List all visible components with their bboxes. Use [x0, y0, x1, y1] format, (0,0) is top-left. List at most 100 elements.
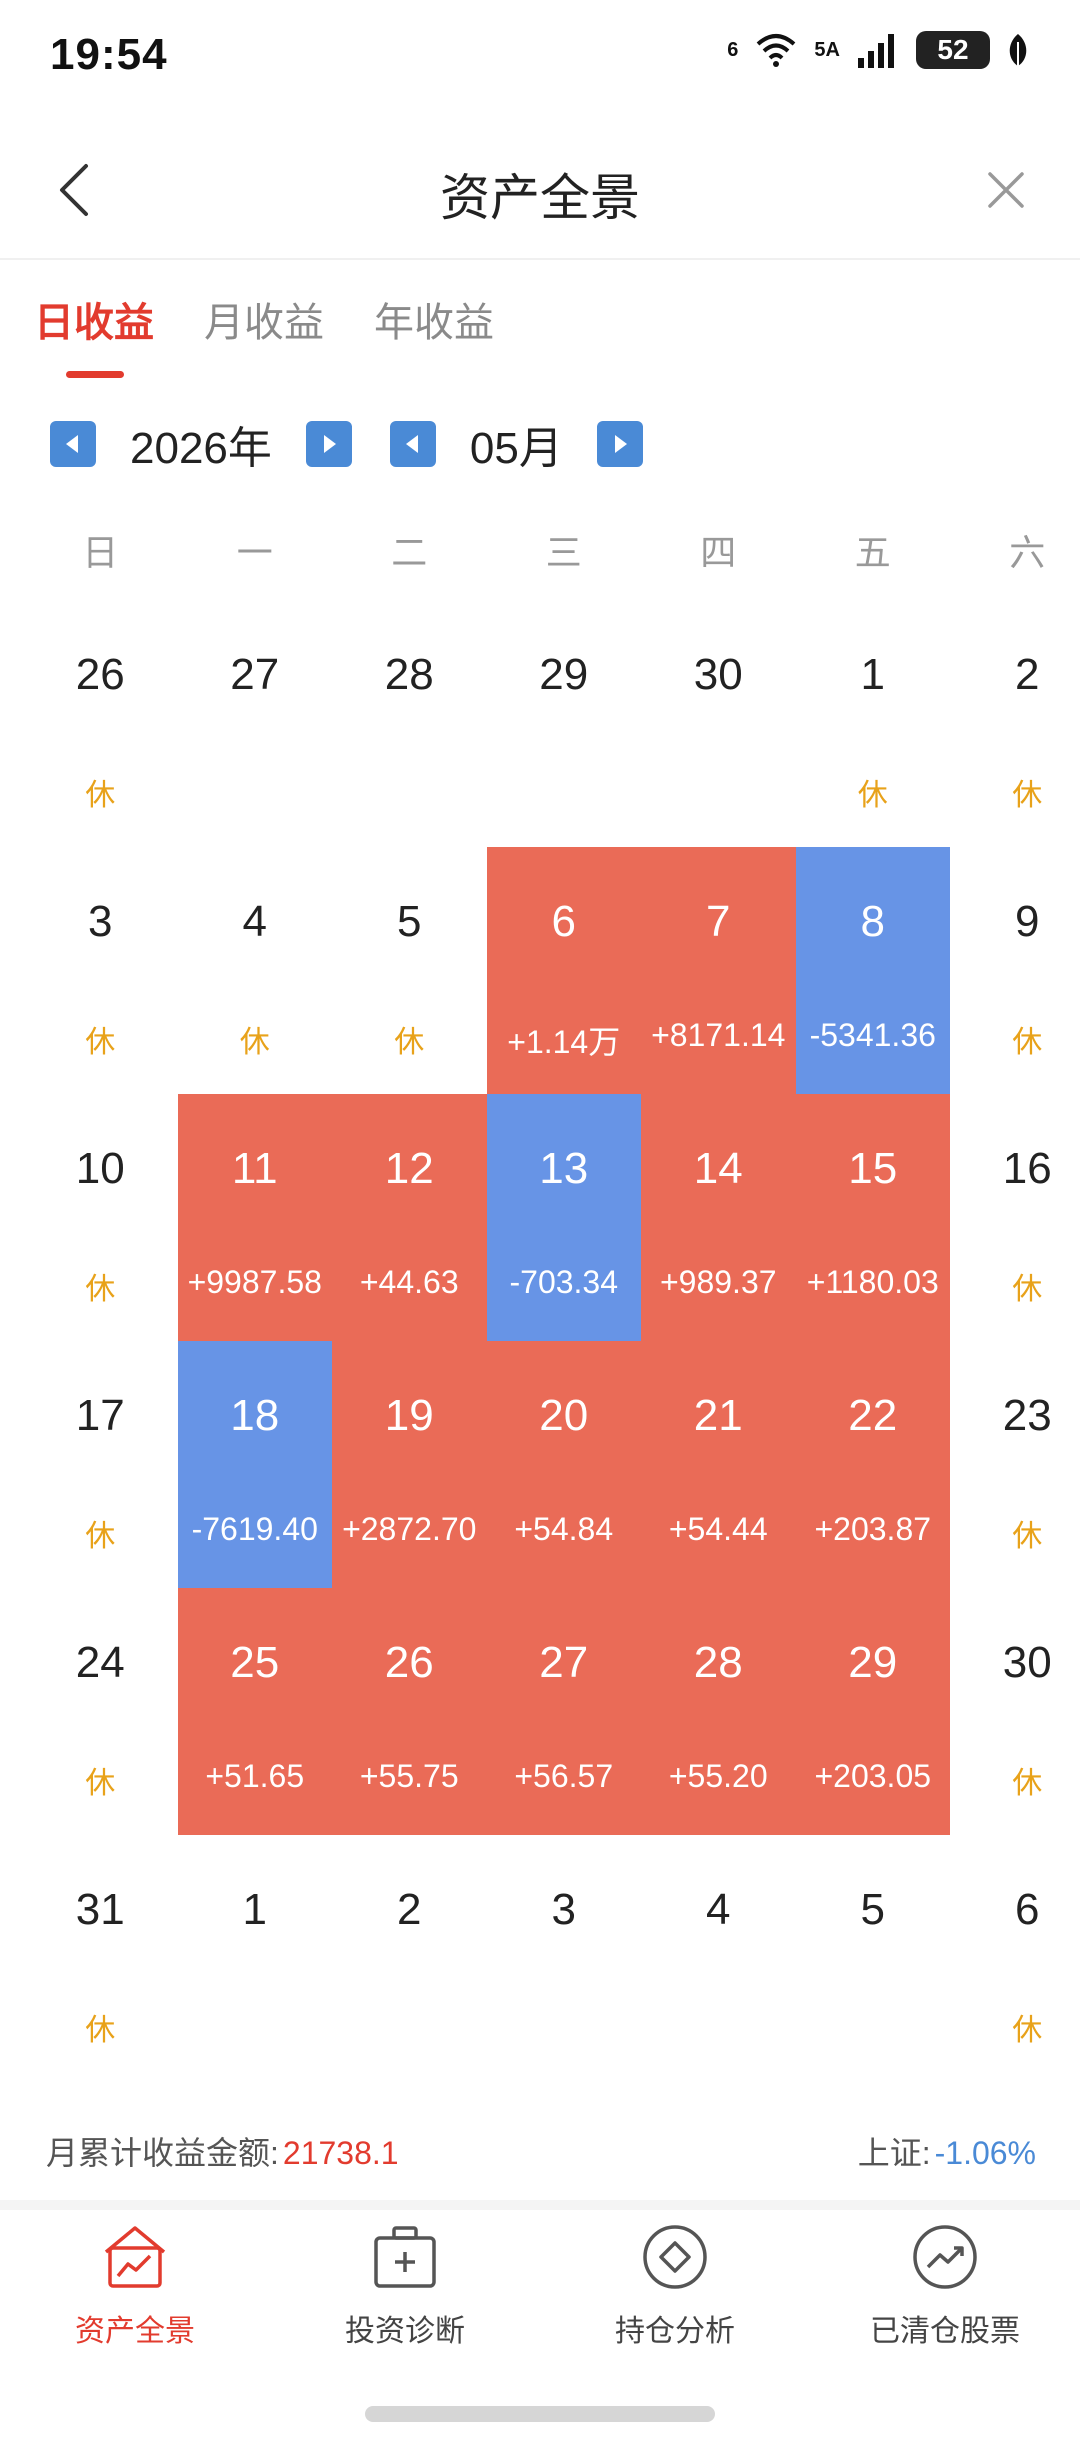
calendar-day-cell[interactable]: 9休 [950, 847, 1080, 1094]
nav-label: 投资诊断 [345, 2315, 465, 2348]
calendar-day-cell[interactable]: 29 +203.05 [795, 1588, 950, 1835]
day-number: 31 [75, 1885, 125, 1934]
monthly-total: 月累计收益金额: 21738.1 [46, 2128, 399, 2174]
rest-day-label: 休 [1012, 1026, 1043, 1059]
calendar-day-cell[interactable]: 14 +989.37 [641, 1094, 796, 1341]
rest-day-label: 休 [1012, 1767, 1043, 1800]
calendar-day-cell[interactable]: 12 +44.63 [332, 1094, 487, 1341]
calendar-day-cell[interactable]: 31 休 [23, 1835, 178, 2082]
triangle-left-icon [405, 435, 418, 453]
page-title: 资产全景 [440, 170, 640, 226]
calendar-day-cell[interactable]: 19 +2872.70 [332, 1341, 487, 1588]
diamond-circle-icon [643, 2225, 707, 2289]
calendar-day-cell[interactable]: 5 [796, 1835, 951, 2082]
day-number: 15 [848, 1144, 898, 1193]
calendar-day-cell[interactable]: 30 休 [950, 1588, 1080, 1835]
nav-cleared-stocks[interactable]: 已清仓股票 [810, 2210, 1080, 2390]
date-navigator: 2026年 05月 [50, 412, 643, 476]
prev-month-button[interactable] [389, 421, 436, 467]
calendar-day-cell[interactable]: 29 [487, 600, 642, 847]
calendar-day-cell[interactable]: 17 休 [23, 1341, 178, 1588]
calendar-day-cell[interactable]: 20 +54.84 [486, 1341, 641, 1588]
calendar-day-cell[interactable]: 13 -703.34 [486, 1094, 641, 1341]
calendar-day-cell[interactable]: 24 休 [23, 1588, 178, 1835]
calendar-day-cell[interactable]: 18 -7619.40 [177, 1341, 332, 1588]
weekday-label: 五 [854, 532, 891, 573]
daily-income-value: +44.63 [359, 1264, 459, 1300]
calendar-day-cell[interactable]: 4 [641, 1835, 796, 2082]
daily-income-value: +1180.03 [806, 1264, 939, 1300]
calendar-day-cell[interactable]: 6 +1.14万 [486, 847, 641, 1094]
rest-day-label: 休 [1012, 1273, 1043, 1306]
calendar-day-cell[interactable]: 8 -5341.36 [795, 847, 950, 1094]
calendar-day-cell[interactable]: 21 +54.44 [641, 1341, 796, 1588]
daily-income-value: +8171.14 [651, 1017, 786, 1053]
day-number: 29 [848, 1638, 898, 1687]
nav-label: 已清仓股票 [870, 2315, 1020, 2348]
day-number: 26 [75, 650, 125, 699]
calendar-day-cell[interactable]: 10 休 [23, 1094, 178, 1341]
calendar-day-cell[interactable]: 3 [487, 1835, 642, 2082]
index-change: 上证: -1.06% [858, 2128, 1036, 2174]
tab-daily-income[interactable]: 日收益 [34, 290, 154, 378]
nav-holding-analysis[interactable]: 持仓分析 [540, 2210, 810, 2390]
home-indicator[interactable] [365, 2406, 715, 2422]
calendar-day-cell[interactable]: 2休 [950, 600, 1080, 847]
wifi-icon [757, 34, 796, 67]
day-number: 26 [384, 1638, 434, 1687]
income-calendar: 日 一 二 三 四 五 六 26 休 27 28 29 30 1 休 2 休 3 休 4 休 5 休 6 +1.1… [23, 522, 1058, 2082]
calendar-day-cell[interactable]: 30 [641, 600, 796, 847]
daily-income-value: +56.57 [514, 1758, 614, 1794]
day-number: 23 [1002, 1391, 1052, 1440]
calendar-day-cell[interactable]: 27 +56.57 [486, 1588, 641, 1835]
day-number: 8 [860, 897, 885, 946]
rest-day-label: 休 [1012, 779, 1043, 812]
weekday-header: 日 一 二 三 四 五 六 [23, 522, 1058, 584]
day-number: 13 [539, 1144, 589, 1193]
calendar-day-cell[interactable]: 7 +8171.14 [641, 847, 796, 1094]
calendar-day-cell[interactable]: 16 休 [950, 1094, 1080, 1341]
calendar-day-cell[interactable]: 11 +9987.58 [177, 1094, 332, 1341]
day-number: 6 [1015, 1885, 1040, 1934]
prev-year-button[interactable] [50, 421, 96, 467]
calendar-day-cell[interactable]: 26 +55.75 [332, 1588, 487, 1835]
next-month-button[interactable] [596, 421, 643, 467]
month-label: 05月 [469, 424, 563, 473]
calendar-day-cell[interactable]: 1 [178, 1835, 333, 2082]
next-year-button[interactable] [305, 421, 352, 467]
rest-day-label: 休 [85, 1273, 116, 1306]
day-number: 17 [75, 1391, 125, 1440]
tab-yearly-income[interactable]: 年收益 [374, 290, 494, 378]
network-type-label: 6 [727, 38, 739, 61]
nav-investment-diagnosis[interactable]: 投资诊断 [270, 2210, 540, 2390]
nav-label: 持仓分析 [615, 2315, 735, 2348]
rest-day-label: 休 [85, 1767, 116, 1800]
calendar-day-cell[interactable]: 5休 [332, 847, 487, 1094]
day-number: 25 [230, 1638, 280, 1687]
cell-signal-icon [858, 34, 894, 68]
calendar-day-cell[interactable]: 28 +55.20 [641, 1588, 796, 1835]
calendar-day-cell[interactable]: 23 休 [950, 1341, 1080, 1588]
day-number: 30 [693, 650, 743, 699]
calendar-day-cell[interactable]: 3休 [23, 847, 178, 1094]
weekday-label: 一 [236, 532, 273, 573]
nav-asset-overview[interactable]: 资产全景 [0, 2210, 270, 2390]
weekday-label: 日 [82, 532, 119, 573]
tab-monthly-income[interactable]: 月收益 [204, 290, 324, 378]
daily-income-value: +989.37 [659, 1264, 777, 1300]
calendar-day-cell[interactable]: 4休 [178, 847, 333, 1094]
calendar-day-cell[interactable]: 26 休 [23, 600, 178, 847]
calendar-day-cell[interactable]: 27 [178, 600, 333, 847]
calendar-day-cell[interactable]: 22 +203.87 [795, 1341, 950, 1588]
calendar-day-cell[interactable]: 25 +51.65 [177, 1588, 332, 1835]
calendar-day-cell[interactable]: 28 [332, 600, 487, 847]
day-number: 9 [1015, 897, 1040, 946]
calendar-day-cell[interactable]: 6休 [950, 1835, 1080, 2082]
calendar-day-cell[interactable]: 1休 [796, 600, 951, 847]
calendar-day-cell[interactable]: 15 +1180.03 [795, 1094, 950, 1341]
day-number: 1 [860, 650, 885, 699]
day-number: 19 [384, 1391, 434, 1440]
close-icon[interactable] [982, 166, 1030, 214]
calendar-day-cell[interactable]: 2 [332, 1835, 487, 2082]
weekday-label: 二 [391, 532, 428, 573]
